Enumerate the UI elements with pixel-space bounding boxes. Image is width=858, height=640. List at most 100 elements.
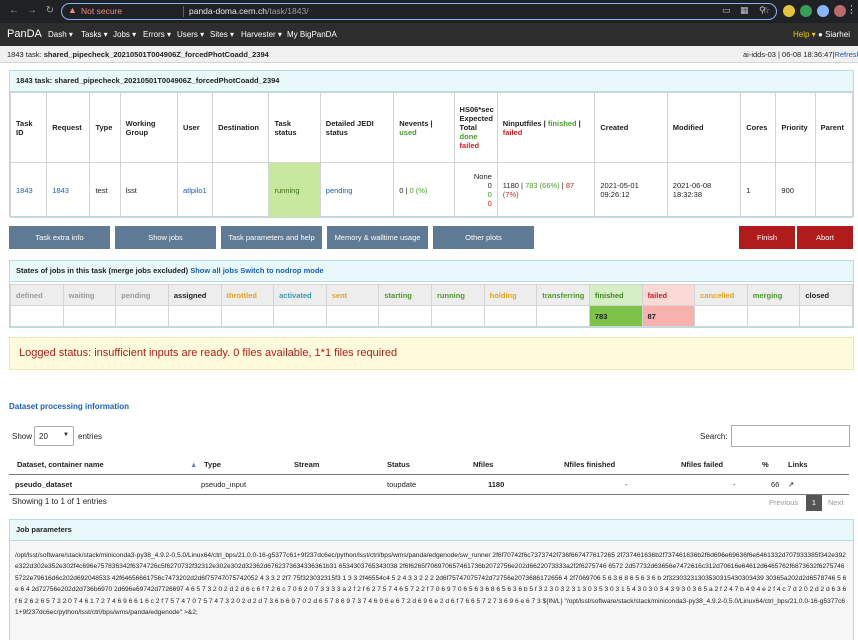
col-nevents: Nevents | used [393, 92, 455, 163]
chevron-down-icon: ▼ [63, 432, 69, 438]
col-jedi-status: Detailed JEDI status [319, 92, 395, 163]
task-id-link[interactable]: 1843 [9, 162, 48, 218]
state-count-transferring [536, 305, 590, 327]
dataset-name[interactable]: pseudo_dataset [15, 480, 72, 489]
task-params-button[interactable]: Task parameters and help [221, 226, 322, 249]
col-links[interactable]: Links [788, 460, 808, 469]
nav-users[interactable]: Users ▾ [177, 30, 204, 39]
job-states-panel: States of jobs in this task (merge jobs … [9, 260, 854, 328]
brand-logo[interactable]: PanDA [7, 28, 42, 40]
state-count-failed[interactable]: 87 [641, 305, 696, 327]
state-header-throttled[interactable]: throttled [220, 284, 275, 306]
url-text[interactable]: panda-doma.cern.ch/task/1843/ [189, 6, 309, 16]
state-header-running[interactable]: running [431, 284, 485, 306]
cores-value: 1 [740, 162, 777, 218]
sort-asc-icon[interactable]: ▲ [190, 460, 197, 469]
state-header-failed[interactable]: failed [641, 284, 696, 306]
address-bar[interactable]: ▲ Not secure panda-doma.cern.ch/task/184… [61, 3, 777, 20]
refresh-link[interactable]: Refresh [834, 50, 858, 59]
state-header-starting[interactable]: starting [378, 284, 432, 306]
priority-value: 900 [775, 162, 816, 218]
reload-icon[interactable]: ↻ [44, 5, 56, 17]
state-header-defined[interactable]: defined [10, 284, 64, 306]
col-nfiles-failed[interactable]: Nfiles failed [681, 460, 723, 469]
job-states-table: defined waiting pending assigned throttled ac… [10, 284, 853, 327]
col-nfiles-finished[interactable]: Nfiles finished [564, 460, 615, 469]
col-cores: Cores [740, 92, 777, 163]
switch-nodrop-link[interactable]: Switch to nodrop mode [240, 266, 323, 275]
cast-icon[interactable]: ▭ [722, 5, 731, 16]
nav-tasks[interactable]: Tasks ▾ [81, 30, 108, 39]
task-extra-info-button[interactable]: Task extra info [9, 226, 110, 249]
nav-sites[interactable]: Sites ▾ [210, 30, 234, 39]
memory-walltime-button[interactable]: Memory & walltime usage [327, 226, 428, 249]
other-plots-button[interactable]: Other plots [433, 226, 534, 249]
state-header-sent[interactable]: sent [325, 284, 380, 306]
col-status[interactable]: Status [387, 460, 410, 469]
state-header-waiting[interactable]: waiting [62, 284, 117, 306]
extension-icon-2[interactable] [800, 5, 812, 17]
next-page-button[interactable]: Next [828, 498, 843, 507]
page-1-button[interactable]: 1 [806, 495, 822, 511]
col-nfiles[interactable]: Nfiles [473, 460, 493, 469]
finish-button[interactable]: Finish [739, 226, 795, 249]
profile-avatar[interactable] [834, 5, 846, 17]
nav-jobs[interactable]: Jobs ▾ [113, 30, 136, 39]
col-parent: Parent [814, 92, 854, 163]
browser-menu-icon[interactable]: ⋮ [846, 4, 857, 17]
col-task-id: Task ID [9, 92, 48, 163]
col-user: User [176, 92, 214, 163]
warning-icon: ▲ [68, 5, 77, 15]
state-header-cancelled[interactable]: cancelled [694, 284, 748, 306]
qr-icon[interactable]: ▦ [740, 5, 749, 16]
forward-icon[interactable]: → [26, 5, 38, 17]
state-header-assigned[interactable]: assigned [167, 284, 222, 306]
previous-page-button[interactable]: Previous [769, 498, 798, 507]
show-jobs-button[interactable]: Show jobs [115, 226, 216, 249]
col-percent[interactable]: % [762, 460, 769, 469]
nav-harvester[interactable]: Harvester ▾ [241, 30, 282, 39]
nav-my-bigpanda[interactable]: My BigPanDA [287, 30, 337, 39]
state-header-pending[interactable]: pending [115, 284, 169, 306]
state-count-merging [746, 305, 801, 327]
bookmark-icon[interactable]: ☆ [762, 5, 770, 16]
col-created: Created [594, 92, 668, 163]
state-header-finished[interactable]: finished [588, 284, 643, 306]
state-header-transferring[interactable]: transferring [536, 284, 590, 306]
dataset-nfiles-failed: - [733, 480, 736, 489]
state-count-sent [325, 305, 380, 327]
user-link[interactable]: atlpilo1 [176, 162, 214, 218]
search-input[interactable] [731, 425, 850, 447]
back-icon[interactable]: ← [8, 5, 20, 17]
job-parameters-text: /opt/lsst/software/stack/stack/miniconda… [10, 541, 853, 640]
state-header-holding[interactable]: holding [483, 284, 538, 306]
nav-errors[interactable]: Errors ▾ [143, 30, 171, 39]
show-all-jobs-link[interactable]: Show all jobs [190, 266, 238, 275]
jedi-status-link[interactable]: pending [319, 162, 395, 218]
dataset-table: Dataset, container name ▲ Type Stream St… [9, 455, 849, 495]
state-count-starting [378, 305, 432, 327]
extension-icon[interactable] [783, 5, 795, 17]
puzzle-icon[interactable] [817, 5, 829, 17]
help-menu[interactable]: Help ▾ [793, 30, 816, 39]
col-ds-type[interactable]: Type [204, 460, 221, 469]
link-icon[interactable]: ↗ [788, 480, 794, 489]
server-info: ai-idds-03 | 06-08 18:36:47|Refresh [743, 50, 858, 59]
state-header-closed[interactable]: closed [799, 284, 853, 306]
user-menu[interactable]: ● Siarhei [818, 30, 850, 39]
col-stream[interactable]: Stream [294, 460, 319, 469]
state-header-merging[interactable]: merging [746, 284, 801, 306]
state-header-activated[interactable]: activated [273, 284, 327, 306]
abort-button[interactable]: Abort [797, 226, 853, 249]
request-link[interactable]: 1843 [46, 162, 91, 218]
state-count-closed [799, 305, 853, 327]
col-destination: Destination [212, 92, 270, 163]
col-dataset[interactable]: Dataset, container name [17, 460, 104, 469]
nav-dash[interactable]: Dash ▾ [48, 30, 73, 39]
page-size-select[interactable]: 20 ▼ [34, 426, 74, 446]
job-parameters-title: Job parameters [10, 520, 853, 541]
col-ninputfiles: Ninputfiles | finished | failed [496, 92, 596, 163]
dataset-table-header: Dataset, container name ▲ Type Stream St… [9, 455, 849, 475]
table-row: pseudo_dataset pseudo_input toupdate 118… [9, 475, 849, 495]
state-count-finished[interactable]: 783 [588, 305, 643, 327]
